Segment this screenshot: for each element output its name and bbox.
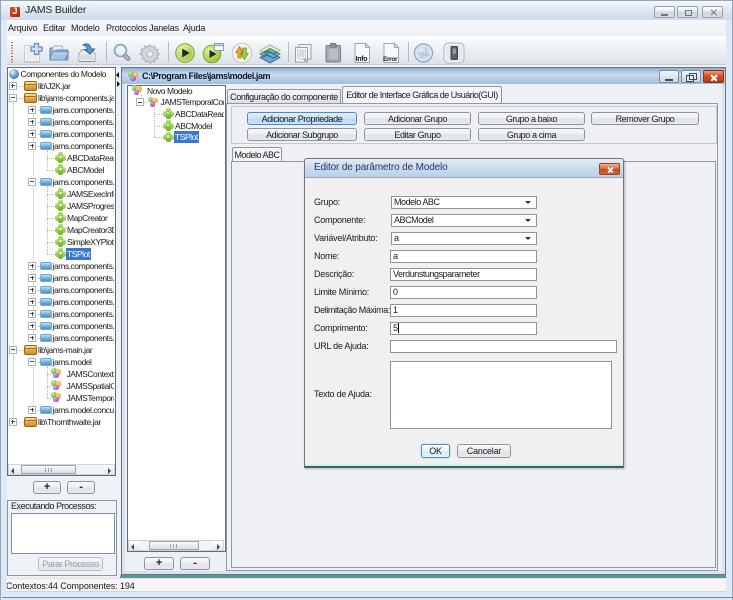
svg-text:Error: Error [383, 56, 398, 63]
svg-text:Info: Info [356, 56, 368, 63]
